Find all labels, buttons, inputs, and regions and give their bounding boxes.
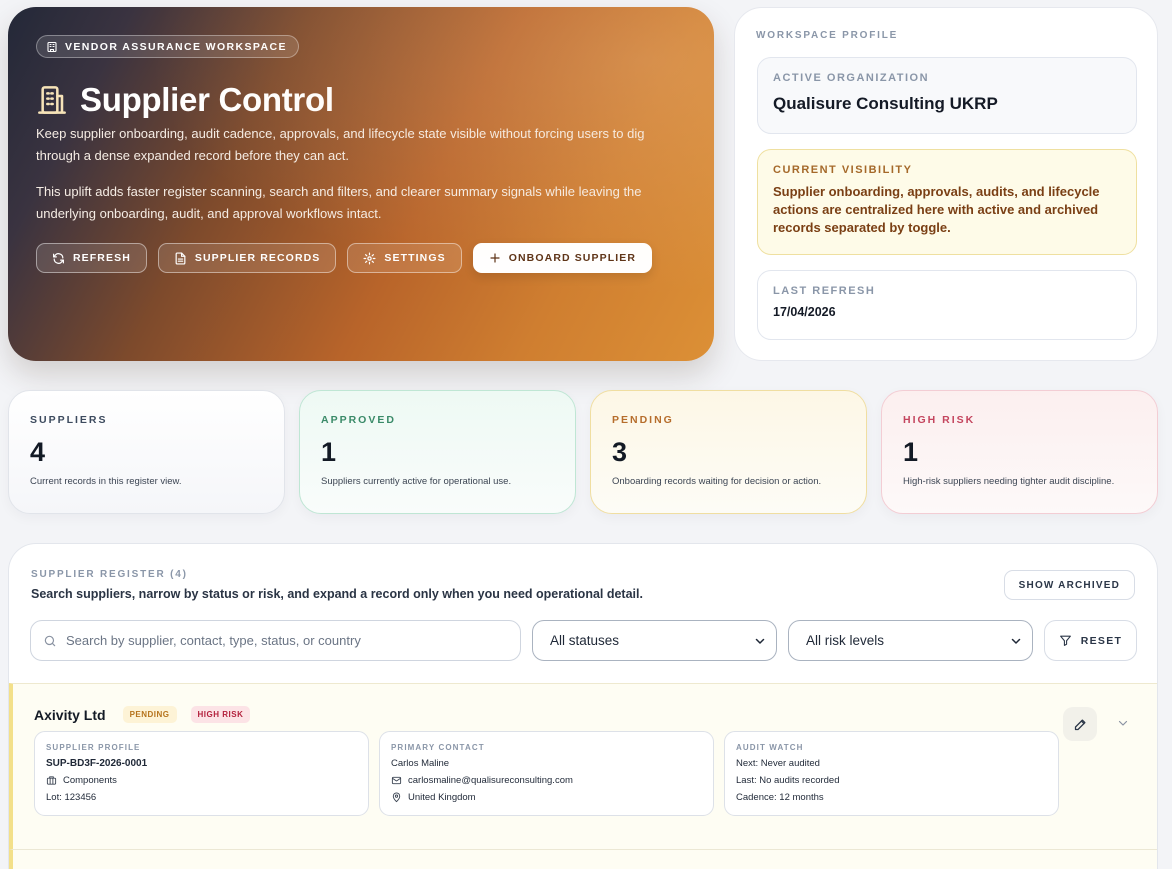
audit-next: Next: Never audited: [736, 757, 820, 769]
risk-badge: HIGH RISK: [190, 706, 251, 723]
reset-button-label: RESET: [1080, 634, 1123, 647]
active-organization-card: ACTIVE ORGANIZATION Qualisure Consulting…: [757, 57, 1137, 134]
supplier-name: Axivity Ltd: [34, 706, 106, 723]
last-refresh-value: 17/04/2026: [773, 305, 836, 319]
risk-filter-value: All risk levels: [806, 633, 885, 648]
audit-last: Last: No audits recorded: [736, 774, 840, 786]
stat-value: 1: [903, 437, 919, 467]
stat-value: 4: [30, 437, 46, 467]
stat-description: High-risk suppliers needing tighter audi…: [903, 476, 1115, 487]
hero-description-uplift: This uplift adds faster register scannin…: [36, 184, 642, 221]
hero-banner: VENDOR ASSURANCE WORKSPACE Supplier Cont…: [8, 7, 714, 361]
supplier-records-button-label: SUPPLIER RECORDS: [194, 252, 321, 264]
search-input[interactable]: [66, 633, 496, 648]
risk-filter-select[interactable]: All risk levels: [788, 620, 1033, 661]
audit-watch-card: AUDIT WATCH Next: Never audited Last: No…: [724, 731, 1059, 816]
supplier-register-heading: SUPPLIER REGISTER (4): [31, 569, 188, 580]
primary-contact-card: PRIMARY CONTACT Carlos Maline carlosmali…: [379, 731, 714, 816]
building-icon: [36, 84, 68, 116]
active-organization-value: Qualisure Consulting UKRP: [773, 94, 998, 113]
workspace-profile-panel: WORKSPACE PROFILE ACTIVE ORGANIZATION Qu…: [734, 7, 1158, 361]
refresh-button[interactable]: REFRESH: [36, 243, 147, 273]
current-visibility-card: CURRENT VISIBILITY Supplier onboarding, …: [757, 149, 1137, 255]
audit-cadence: Cadence: 12 months: [736, 791, 824, 803]
stat-card-approved: APPROVED 1 Suppliers currently active fo…: [299, 390, 576, 514]
chevron-down-icon: [1117, 717, 1129, 729]
hero-description: Keep supplier onboarding, audit cadence,…: [36, 126, 645, 163]
status-filter-value: All statuses: [550, 633, 620, 648]
audit-watch-label: AUDIT WATCH: [736, 743, 804, 752]
supplier-row[interactable]: [9, 849, 1157, 869]
supplier-records-button[interactable]: SUPPLIER RECORDS: [157, 243, 337, 273]
settings-button-label: SETTINGS: [384, 252, 446, 264]
contact-email: carlosmaline@qualisureconsulting.com: [408, 774, 573, 786]
refresh-button-label: REFRESH: [73, 252, 131, 264]
stat-label: HIGH RISK: [903, 414, 976, 426]
mail-icon: [391, 775, 402, 786]
stat-value: 1: [321, 437, 337, 467]
reset-filters-button[interactable]: RESET: [1044, 620, 1137, 661]
contact-name: Carlos Maline: [391, 757, 450, 769]
expand-row-button[interactable]: [1111, 711, 1135, 735]
stat-description: Suppliers currently active for operation…: [321, 476, 512, 487]
workspace-badge-label: VENDOR ASSURANCE WORKSPACE: [65, 40, 287, 53]
active-organization-label: ACTIVE ORGANIZATION: [773, 72, 930, 84]
briefcase-icon: [46, 775, 57, 786]
current-visibility-label: CURRENT VISIBILITY: [773, 164, 913, 176]
search-field[interactable]: [30, 620, 521, 661]
chevron-down-icon: [1010, 635, 1022, 647]
stat-description: Current records in this register view.: [30, 476, 182, 487]
supplier-type-line: Components: [46, 774, 357, 786]
last-refresh-card: LAST REFRESH 17/04/2026: [757, 270, 1137, 340]
stat-label: SUPPLIERS: [30, 414, 108, 426]
stat-label: APPROVED: [321, 414, 396, 426]
primary-contact-label: PRIMARY CONTACT: [391, 743, 485, 752]
supplier-lot: Lot: 123456: [46, 791, 97, 803]
show-archived-button[interactable]: SHOW ARCHIVED: [1003, 570, 1135, 600]
onboard-supplier-button[interactable]: ONBOARD SUPPLIER: [472, 243, 653, 273]
current-visibility-value: Supplier onboarding, approvals, audits, …: [773, 184, 1100, 235]
settings-button[interactable]: SETTINGS: [347, 243, 462, 273]
stat-label: PENDING: [612, 414, 674, 426]
hero-actions: REFRESH SUPPLIER RECORDS SETTINGS ONBOAR…: [36, 243, 653, 273]
supplier-row[interactable]: Axivity Ltd PENDING HIGH RISK SUPPLIER P…: [9, 683, 1157, 849]
filter-icon: [1059, 634, 1072, 647]
supplier-row-header: Axivity Ltd PENDING HIGH RISK: [34, 706, 251, 723]
status-badge: PENDING: [122, 706, 177, 723]
hero-title-row: Supplier Control: [36, 81, 334, 119]
stat-description: Onboarding records waiting for decision …: [612, 476, 822, 487]
building-icon: [46, 41, 58, 53]
supplier-register-subtitle: Search suppliers, narrow by status or ri…: [31, 587, 643, 601]
supplier-profile-label: SUPPLIER PROFILE: [46, 743, 141, 752]
pencil-icon: [1073, 717, 1088, 732]
document-icon: [174, 251, 187, 265]
status-filter-select[interactable]: All statuses: [532, 620, 777, 661]
supplier-type: Components: [63, 774, 117, 786]
location-pin-icon: [391, 792, 402, 803]
contact-country: United Kingdom: [408, 791, 476, 803]
refresh-icon: [52, 252, 65, 265]
workspace-profile-heading: WORKSPACE PROFILE: [756, 30, 899, 41]
stat-card-high-risk: HIGH RISK 1 High-risk suppliers needing …: [881, 390, 1158, 514]
supplier-register: SUPPLIER REGISTER (4) Search suppliers, …: [8, 543, 1158, 869]
supplier-id: SUP-BD3F-2026-0001: [46, 757, 148, 769]
contact-country-line: United Kingdom: [391, 791, 702, 803]
chevron-down-icon: [754, 635, 766, 647]
contact-email-line: carlosmaline@qualisureconsulting.com: [391, 774, 702, 786]
plus-icon: [489, 252, 501, 264]
edit-supplier-button[interactable]: [1063, 707, 1097, 741]
stat-card-pending: PENDING 3 Onboarding records waiting for…: [590, 390, 867, 514]
search-icon: [43, 634, 57, 648]
page-title: Supplier Control: [80, 81, 334, 118]
onboard-supplier-button-label: ONBOARD SUPPLIER: [508, 252, 637, 264]
stat-value: 3: [612, 437, 628, 467]
stat-card-suppliers: SUPPLIERS 4 Current records in this regi…: [8, 390, 285, 514]
last-refresh-label: LAST REFRESH: [773, 285, 876, 297]
gear-icon: [363, 251, 376, 265]
workspace-badge: VENDOR ASSURANCE WORKSPACE: [36, 35, 299, 58]
supplier-profile-card: SUPPLIER PROFILE SUP-BD3F-2026-0001 Comp…: [34, 731, 369, 816]
